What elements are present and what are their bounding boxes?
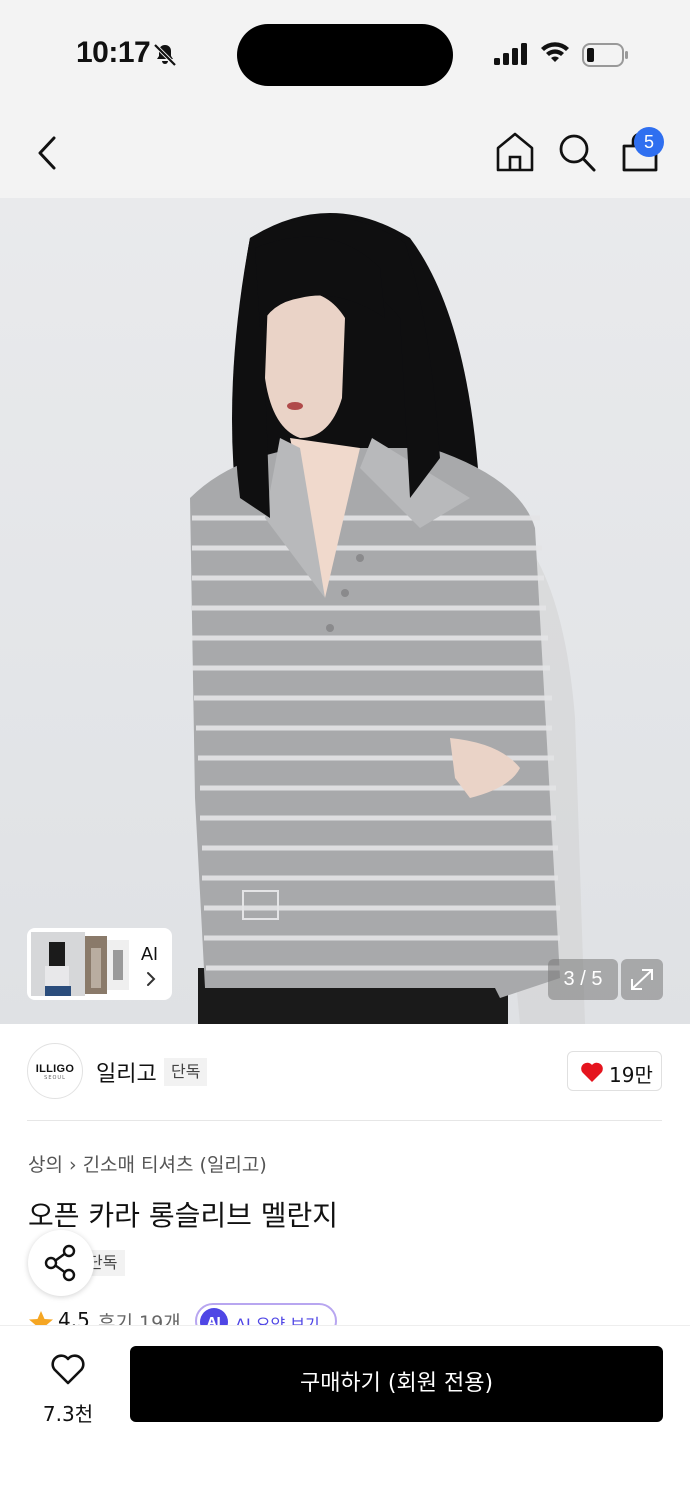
brand-name[interactable]: 일리고 — [96, 1056, 157, 1088]
brand-logo-text: ILLIGO — [35, 1063, 75, 1075]
breadcrumb: 상의 › 긴소매 티셔츠 (일리고) — [28, 1150, 267, 1177]
cellular-signal-icon — [494, 43, 527, 65]
star-icon — [29, 1311, 53, 1326]
heart-filled-icon — [581, 1062, 603, 1082]
status-time: 10:17 — [76, 36, 151, 69]
ai-summary-button[interactable]: AI AI 요약 보기 — [195, 1303, 337, 1326]
bottom-action-bar: 7.3천 구매하기 (회원 전용) — [0, 1325, 690, 1500]
review-count-link[interactable]: 후기 19개 — [98, 1308, 181, 1326]
brand-logo-subtext: SEOUL — [44, 1075, 66, 1081]
rating-value: 4.5 — [58, 1308, 90, 1326]
status-bar: 10:17 — [0, 0, 690, 108]
expand-arrows-icon — [631, 969, 653, 990]
ai-summary-label: AI 요약 보기 — [235, 1315, 320, 1326]
wifi-icon — [541, 42, 569, 62]
share-button[interactable] — [28, 1230, 94, 1296]
top-navigation-bar — [0, 108, 690, 198]
heart-outline-icon — [51, 1354, 85, 1385]
brand-like-count: 19만 — [609, 1063, 653, 1087]
cart-count-badge: 5 — [634, 127, 664, 157]
rating-row: 4.5 후기 19개 AI AI 요약 보기 — [28, 1300, 668, 1326]
chevron-right-icon — [147, 972, 156, 986]
section-divider — [27, 1120, 662, 1121]
breadcrumb-category[interactable]: 상의 — [28, 1154, 63, 1176]
battery-icon — [582, 43, 628, 67]
dynamic-island — [237, 24, 453, 86]
wishlist-count: 7.3천 — [42, 1402, 94, 1426]
ai-button-label: AI — [141, 944, 159, 964]
ai-summary-badge: AI — [200, 1308, 228, 1326]
product-title: 오픈 카라 롱슬리브 멜란지 — [28, 1199, 339, 1232]
expand-button[interactable] — [621, 959, 663, 1000]
brand-logo[interactable]: ILLIGO SEOUL — [27, 1043, 83, 1099]
breadcrumb-subcategory[interactable]: 긴소매 티셔츠 (일리고) — [83, 1154, 267, 1176]
share-icon — [44, 1244, 76, 1282]
home-icon[interactable] — [494, 130, 536, 174]
product-photo — [190, 213, 585, 1024]
search-icon[interactable] — [556, 130, 598, 174]
product-image-carousel[interactable] — [0, 198, 690, 1024]
breadcrumb-chevron-icon: › — [68, 1154, 77, 1176]
exclusive-tag: 단독 — [164, 1058, 208, 1086]
buy-button[interactable]: 구매하기 (회원 전용) — [130, 1346, 663, 1422]
bell-slash-icon — [153, 43, 177, 67]
wishlist-button[interactable]: 7.3천 — [36, 1346, 100, 1426]
back-chevron-icon[interactable] — [30, 130, 70, 176]
brand-like-button[interactable]: 19만 — [567, 1051, 662, 1091]
image-counter: 3 / 5 — [548, 959, 618, 1000]
